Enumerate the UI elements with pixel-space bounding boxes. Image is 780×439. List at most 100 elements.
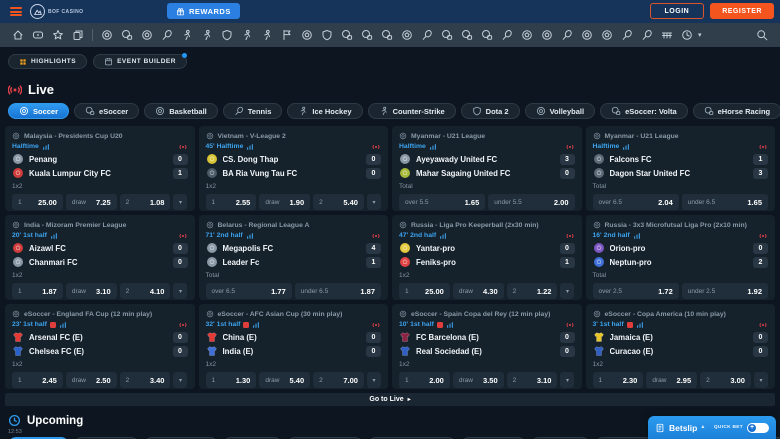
sport-darts-icon[interactable] [497, 27, 517, 43]
highlights-button[interactable]: HIGHLIGHTS [8, 54, 87, 69]
more-markets-button[interactable]: ▾ [560, 372, 574, 388]
sport-chess-icon[interactable] [277, 27, 297, 43]
odds-button[interactable]: over 2.51.72 [593, 283, 679, 299]
live-tab-ehorse-racing[interactable]: eHorse Racing [693, 103, 780, 119]
match-card[interactable]: Vietnam - V-League 245' HalftimeCS. Dong… [199, 126, 389, 211]
login-button[interactable]: LOGIN [650, 3, 705, 19]
more-markets-button[interactable]: ▾ [367, 194, 381, 210]
search-icon[interactable] [752, 27, 772, 43]
match-card[interactable]: Myanmar - U21 LeagueHalftimeAyeyawady Un… [392, 126, 582, 211]
sport-time-filter-icon[interactable] [677, 27, 697, 43]
sport-rugby-icon[interactable] [537, 27, 557, 43]
match-card[interactable]: eSoccer - AFC Asian Cup (30 min play)32'… [199, 304, 389, 389]
sport-ehorse-racing-icon[interactable] [357, 27, 377, 43]
brand-logo[interactable]: BOF CASINO [30, 4, 83, 19]
live-tab-tennis[interactable]: Tennis [223, 103, 283, 119]
match-card[interactable]: Myanmar - U21 LeagueHalftimeFalcons FC1D… [586, 126, 776, 211]
more-markets-button[interactable]: ▾ [173, 372, 187, 388]
odds-button[interactable]: 12.30 [593, 372, 644, 388]
sport-efighting-icon[interactable] [457, 27, 477, 43]
odds-button[interactable]: draw2.50 [66, 372, 117, 388]
odds-button[interactable]: over 6.52.04 [593, 194, 679, 210]
register-button[interactable]: REGISTER [710, 3, 774, 19]
odds-button[interactable]: under 5.52.00 [488, 194, 574, 210]
match-card[interactable]: Belarus - Regional League A71' 2nd halfM… [199, 215, 389, 300]
odds-button[interactable]: draw3.10 [66, 283, 117, 299]
live-tab-counter-strike[interactable]: Counter-Strike [368, 103, 456, 119]
sport-poker-icon[interactable] [577, 27, 597, 43]
sport-futsal-icon[interactable] [597, 27, 617, 43]
chevron-down-icon[interactable]: ▾ [698, 31, 702, 39]
sport-ecricket-icon[interactable] [477, 27, 497, 43]
menu-icon[interactable] [10, 7, 22, 16]
sport-etennis-icon[interactable] [417, 27, 437, 43]
quick-bet-toggle[interactable]: + [747, 423, 769, 433]
match-card[interactable]: eSoccer - England FA Cup (12 min play)23… [5, 304, 195, 389]
sport-basketball-icon[interactable] [137, 27, 157, 43]
odds-button[interactable]: 125.00 [12, 194, 63, 210]
rewards-button[interactable]: REWARDS [167, 3, 240, 19]
live-tab-basketball[interactable]: Basketball [144, 103, 218, 119]
sport-esoccer-penalty-icon[interactable] [377, 27, 397, 43]
live-tab-volleyball[interactable]: Volleyball [525, 103, 595, 119]
odds-button[interactable]: over 5.51.65 [399, 194, 485, 210]
odds-button[interactable]: draw5.40 [259, 372, 310, 388]
sport-snooker-icon[interactable] [517, 27, 537, 43]
sport-dota-2-icon[interactable] [217, 27, 237, 43]
more-markets-button[interactable]: ▾ [173, 194, 187, 210]
odds-button[interactable]: 11.87 [12, 283, 63, 299]
more-markets-button[interactable]: ▾ [560, 283, 574, 299]
odds-button[interactable]: 11.30 [206, 372, 257, 388]
nav-live-icon[interactable] [28, 27, 48, 43]
live-tab-dota-2[interactable]: Dota 2 [461, 103, 520, 119]
odds-button[interactable]: under 2.51.92 [682, 283, 768, 299]
odds-button[interactable]: 27.00 [313, 372, 364, 388]
go-to-live-button[interactable]: Go to Live ▸ [5, 393, 775, 406]
sport-soccer-icon[interactable] [97, 27, 117, 43]
sport-ice-hockey-icon[interactable] [177, 27, 197, 43]
odds-button[interactable]: draw2.95 [646, 372, 697, 388]
betslip-button[interactable]: Betslip ▴ QUICK BET + [648, 416, 776, 439]
odds-button[interactable]: draw1.90 [259, 194, 310, 210]
live-tab-esoccer-volta[interactable]: eSoccer: Volta [600, 103, 688, 119]
odds-button[interactable]: 25.40 [313, 194, 364, 210]
match-card[interactable]: eSoccer - Copa America (10 min play)3' 1… [586, 304, 776, 389]
odds-button[interactable]: 125.00 [399, 283, 450, 299]
odds-button[interactable]: over 6.51.77 [206, 283, 292, 299]
odds-button[interactable]: draw4.30 [453, 283, 504, 299]
odds-button[interactable]: 12.45 [12, 372, 63, 388]
sport-esoccer-volta-icon[interactable] [337, 27, 357, 43]
odds-button[interactable]: 21.08 [120, 194, 171, 210]
odds-button[interactable]: under 6.51.87 [295, 283, 381, 299]
more-markets-button[interactable]: ▾ [754, 372, 768, 388]
sport-handball-icon[interactable] [397, 27, 417, 43]
sport-volleyball-icon[interactable] [297, 27, 317, 43]
odds-button[interactable]: 23.40 [120, 372, 171, 388]
odds-button[interactable]: 21.22 [507, 283, 558, 299]
odds-button[interactable]: 24.10 [120, 283, 171, 299]
odds-button[interactable]: 23.10 [507, 372, 558, 388]
sport-barriers-icon[interactable] [657, 27, 677, 43]
sport-table-tennis-icon[interactable] [557, 27, 577, 43]
sport-ebasketball-icon[interactable] [437, 27, 457, 43]
sport-kabaddi-icon[interactable] [237, 27, 257, 43]
nav-favorites-icon[interactable] [48, 27, 68, 43]
sport-tennis-icon[interactable] [157, 27, 177, 43]
odds-button[interactable]: 23.00 [700, 372, 751, 388]
event-builder-button[interactable]: EVENT BUILDER [93, 54, 187, 69]
match-card[interactable]: India - Mizoram Premier League20' 1st ha… [5, 215, 195, 300]
live-tab-soccer[interactable]: Soccer [8, 103, 69, 119]
match-card[interactable]: eSoccer - Spain Copa del Rey (12 min pla… [392, 304, 582, 389]
sport-counter-strike-icon[interactable] [197, 27, 217, 43]
sport-esoccer-icon[interactable] [117, 27, 137, 43]
more-markets-button[interactable]: ▾ [173, 283, 187, 299]
odds-button[interactable]: draw7.25 [66, 194, 117, 210]
match-card[interactable]: Russia - Liga Pro Keeperball (2x30 min)4… [392, 215, 582, 300]
live-tab-esoccer[interactable]: eSoccer [74, 103, 139, 119]
odds-button[interactable]: under 6.51.65 [682, 194, 768, 210]
sport-golf-icon[interactable] [637, 27, 657, 43]
nav-home-icon[interactable] [8, 27, 28, 43]
match-card[interactable]: Russia - 3x3 Microfutsal Liga Pro (2x10 … [586, 215, 776, 300]
odds-button[interactable]: 12.00 [399, 372, 450, 388]
match-card[interactable]: Malaysia - Presidents Cup U20HalftimePen… [5, 126, 195, 211]
